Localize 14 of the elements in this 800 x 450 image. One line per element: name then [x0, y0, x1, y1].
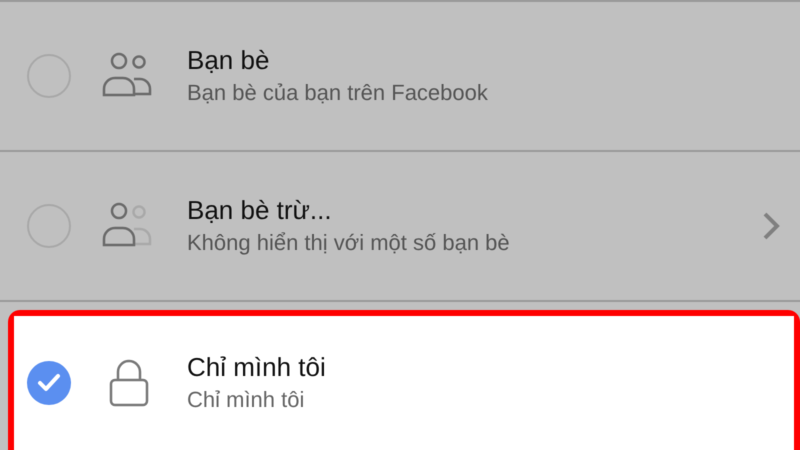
option-title: Bạn bè trừ...: [187, 194, 333, 227]
lock-icon: [108, 358, 150, 408]
radio-button[interactable]: [27, 361, 71, 405]
option-title: Bạn bè: [187, 44, 270, 77]
check-icon: [37, 373, 61, 393]
option-subtitle: Bạn bè của bạn trên Facebook: [187, 79, 489, 107]
option-title: Chỉ mình tôi: [187, 351, 327, 384]
privacy-option[interactable]: Bạn bè Bạn bè của bạn trên Facebook: [0, 2, 800, 150]
option-subtitle: Chỉ mình tôi: [187, 386, 306, 414]
chevron-icon: [762, 211, 780, 241]
option-subtitle: Không hiển thị với một số bạn bè: [187, 229, 511, 257]
privacy-option[interactable]: Bạn bè trừ... Không hiển thị với một số bạn bè: [0, 152, 800, 300]
radio-button[interactable]: [27, 204, 71, 248]
radio-button[interactable]: [27, 54, 71, 98]
